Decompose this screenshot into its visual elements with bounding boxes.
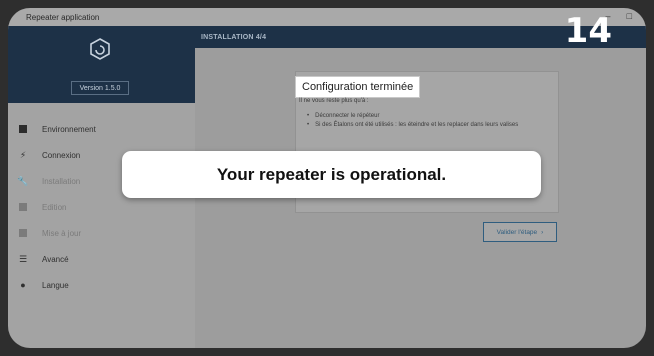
sidebar-item-label: Avancé [42, 254, 69, 264]
sliders-icon: ☰ [18, 253, 28, 264]
sidebar-menu: Environnement ⚡ Connexion 🔧 Installation… [8, 116, 195, 298]
lightning-icon: ⚡ [19, 149, 27, 160]
title-bar: Repeater application – □ [8, 8, 646, 26]
chevron-right-icon: › [541, 228, 544, 236]
sidebar-item-label: Installation [42, 176, 81, 186]
edit-icon [18, 202, 28, 212]
sidebar-item-label: Connexion [42, 150, 81, 160]
square-icon [18, 124, 28, 134]
instruction-list: Déconnecter le répéteur Si des Étalons o… [307, 112, 547, 130]
update-icon [18, 228, 28, 238]
sidebar-item-environnement[interactable]: Environnement [8, 116, 195, 142]
wrench-icon: 🔧 [17, 175, 29, 186]
app-logo-icon [90, 38, 110, 60]
sidebar-item-avance[interactable]: ☰ Avancé [8, 246, 195, 272]
sidebar-item-label: Mise à jour [42, 228, 82, 238]
instruction-item: Déconnecter le répéteur [307, 112, 547, 121]
sidebar-item-label: Environnement [42, 124, 96, 134]
sidebar-item-mise-a-jour[interactable]: Mise à jour [8, 220, 195, 246]
card-title: Configuration terminée [295, 76, 421, 98]
version-badge: Version 1.5.0 [71, 81, 129, 95]
globe-icon: ● [20, 280, 26, 290]
sidebar-item-label: Langue [42, 280, 69, 290]
step-number: 14 [564, 11, 612, 51]
window-title: Repeater application [26, 12, 100, 22]
operational-callout: Your repeater is operational. [122, 151, 541, 198]
sidebar-item-label: Edition [42, 202, 67, 212]
sidebar-item-langue[interactable]: ● Langue [8, 272, 195, 298]
sidebar-header: Version 1.5.0 [8, 26, 195, 103]
instruction-item: Si des Étalons ont été utilisés : les ét… [307, 121, 547, 130]
card-subtitle: Il ne vous reste plus qu'à : [299, 98, 369, 104]
maximize-button[interactable]: □ [627, 11, 632, 21]
validate-step-button[interactable]: Valider l'étape › [483, 222, 557, 242]
validate-step-label: Valider l'étape [496, 228, 538, 236]
